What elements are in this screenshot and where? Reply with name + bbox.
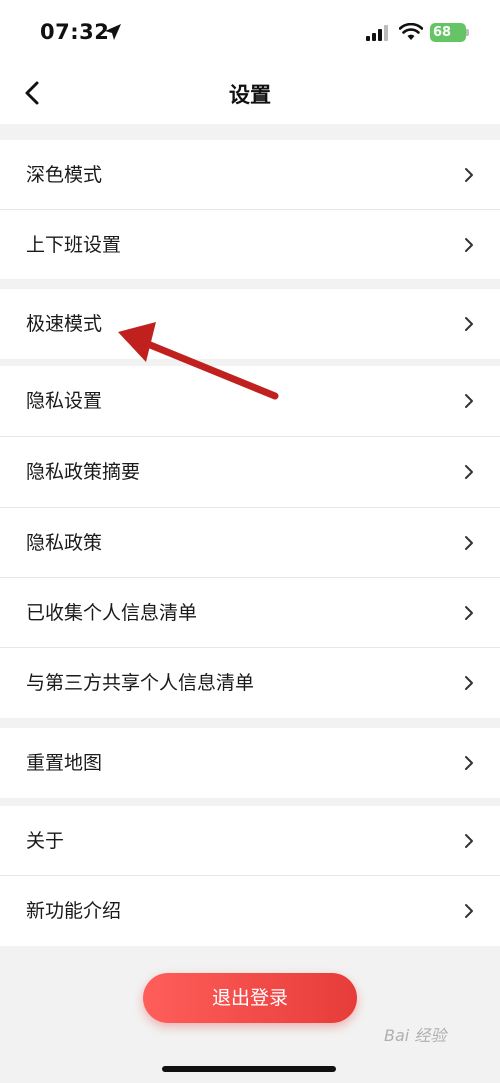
chevron-right-icon: [465, 676, 473, 690]
settings-item-label: 已收集个人信息清单: [26, 602, 198, 624]
chevron-right-icon: [465, 904, 473, 918]
chevron-right-icon: [465, 536, 473, 550]
settings-item-privacy-policy[interactable]: 隐私政策: [0, 508, 500, 578]
settings-group-map: 重置地图: [0, 728, 500, 798]
settings-group-about: 关于 新功能介绍: [0, 806, 500, 946]
chevron-right-icon: [465, 394, 473, 408]
watermark: Bai 经验: [384, 1026, 447, 1045]
battery-tip: [466, 29, 469, 36]
settings-group-privacy: 隐私设置 隐私政策摘要 隐私政策 已收集个人信息清单 与第三方共享个人信息清单: [0, 366, 500, 718]
chevron-right-icon: [465, 168, 473, 182]
signal-icon: [366, 25, 388, 41]
settings-group-display: 深色模式 上下班设置: [0, 140, 500, 279]
location-arrow-icon: [105, 24, 121, 40]
settings-item-commute[interactable]: 上下班设置: [0, 210, 500, 280]
settings-item-label: 深色模式: [26, 164, 103, 186]
settings-item-label: 极速模式: [26, 313, 103, 335]
home-indicator[interactable]: [162, 1066, 336, 1072]
chevron-right-icon: [465, 834, 473, 848]
settings-item-label: 隐私政策摘要: [26, 461, 141, 483]
settings-item-label: 关于: [26, 830, 65, 852]
settings-item-label: 隐私设置: [26, 390, 103, 412]
settings-item-dark-mode[interactable]: 深色模式: [0, 140, 500, 210]
chevron-right-icon: [465, 317, 473, 331]
settings-item-whats-new[interactable]: 新功能介绍: [0, 876, 500, 946]
logout-button[interactable]: 退出登录: [143, 973, 357, 1023]
settings-item-privacy-summary[interactable]: 隐私政策摘要: [0, 437, 500, 507]
settings-item-third-party-sharing[interactable]: 与第三方共享个人信息清单: [0, 648, 500, 718]
settings-item-label: 隐私政策: [26, 532, 103, 554]
chevron-right-icon: [465, 238, 473, 252]
nav-bar: 设置: [0, 66, 500, 124]
settings-item-label: 与第三方共享个人信息清单: [26, 672, 255, 694]
chevron-right-icon: [465, 756, 473, 770]
battery-icon: 68: [430, 23, 466, 42]
status-time: 07:32: [40, 20, 110, 44]
battery-level: 68: [433, 25, 452, 40]
wifi-icon: [399, 23, 423, 40]
settings-item-collected-info[interactable]: 已收集个人信息清单: [0, 578, 500, 648]
chevron-right-icon: [465, 465, 473, 479]
settings-item-label: 重置地图: [26, 752, 103, 774]
settings-item-reset-map[interactable]: 重置地图: [0, 728, 500, 798]
page-title: 设置: [229, 83, 271, 107]
settings-item-label: 新功能介绍: [26, 900, 122, 922]
status-bar: 07:32 68: [0, 0, 500, 66]
settings-item-about[interactable]: 关于: [0, 806, 500, 876]
annotation-arrow: [118, 322, 279, 400]
chevron-right-icon: [465, 606, 473, 620]
settings-item-label: 上下班设置: [26, 234, 122, 256]
